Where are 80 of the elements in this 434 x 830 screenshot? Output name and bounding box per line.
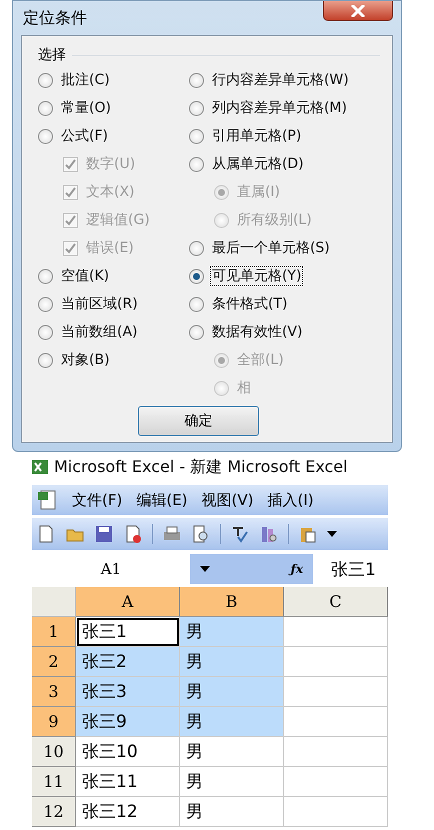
window-title: Microsoft Excel - 新建 Microsoft Excel: [54, 456, 348, 478]
row-header[interactable]: 1: [32, 617, 76, 647]
table-cell[interactable]: 张三3: [76, 677, 180, 707]
option-label: 最后一个单元格(S): [210, 239, 331, 257]
option-label: 批注(C): [60, 71, 111, 89]
option-label: 错误(E): [85, 239, 135, 257]
option-label: 空值(K): [60, 267, 110, 285]
table-cell[interactable]: 男: [180, 617, 284, 647]
table-cell[interactable]: 男: [180, 767, 284, 797]
radio-button[interactable]: [38, 100, 53, 116]
caret-icon[interactable]: [327, 531, 337, 537]
radio-button[interactable]: [188, 156, 204, 172]
row-header[interactable]: 11: [32, 767, 76, 797]
option-label: 逻辑值(G): [85, 211, 151, 229]
option-label: 常量(O): [60, 99, 112, 117]
close-icon: [350, 4, 366, 16]
radio-button[interactable]: [188, 100, 204, 116]
option-label: 当前数组(A): [60, 323, 139, 341]
option-label: 列内容差异单元格(M): [210, 99, 348, 117]
option-label: 所有级别(L): [236, 211, 313, 229]
option-label: 数据有效性(V): [210, 323, 304, 341]
close-button[interactable]: [323, 1, 393, 21]
option-label: 数字(U): [85, 155, 136, 173]
column-header[interactable]: B: [180, 587, 284, 617]
radio-button[interactable]: [188, 268, 204, 284]
radio-button[interactable]: [38, 268, 53, 284]
radio-button[interactable]: [38, 128, 53, 144]
menu-item[interactable]: 插入(I): [268, 490, 314, 510]
option-label: 文本(X): [85, 183, 136, 201]
document-icon[interactable]: [36, 489, 58, 511]
option-label: 公式(F): [60, 127, 109, 145]
radio-button[interactable]: [38, 324, 53, 340]
dialog-title: 定位条件: [22, 8, 87, 28]
table-cell[interactable]: 张三10: [76, 737, 180, 767]
menu-item[interactable]: 视图(V): [202, 490, 254, 510]
table-cell[interactable]: 张三11: [76, 767, 180, 797]
table-cell[interactable]: 男: [180, 677, 284, 707]
group-label: 选择: [38, 46, 66, 64]
radio-button[interactable]: [188, 72, 204, 88]
spelling-check-icon[interactable]: [230, 524, 250, 544]
option-label: 当前区域(R): [60, 295, 139, 313]
table-cell[interactable]: 张三9: [76, 707, 180, 737]
books-icon[interactable]: [259, 524, 279, 544]
option-label: 对象(B): [60, 351, 111, 369]
option-label: 从属单元格(D): [210, 155, 305, 173]
spreadsheet-icon: [32, 460, 48, 474]
table-cell[interactable]: 张三1: [76, 617, 180, 647]
radio-button[interactable]: [188, 128, 204, 144]
row-header[interactable]: 2: [32, 647, 76, 677]
table-cell[interactable]: 男: [180, 797, 284, 827]
menu-item[interactable]: 文件(F): [72, 490, 122, 510]
radio-button[interactable]: [188, 240, 204, 256]
column-header[interactable]: A: [76, 587, 180, 617]
radio-button[interactable]: [38, 72, 53, 88]
menu-item[interactable]: 编辑(E): [136, 490, 188, 510]
caret-icon[interactable]: [200, 566, 210, 572]
row-header[interactable]: 3: [32, 677, 76, 707]
radio-button[interactable]: [188, 324, 204, 340]
table-cell[interactable]: 张三2: [76, 647, 180, 677]
ok-button[interactable]: 确定: [138, 406, 259, 436]
corner-cell[interactable]: [32, 587, 76, 617]
table-cell[interactable]: 张三12: [76, 797, 180, 827]
option-label: 全部(L): [236, 351, 285, 369]
function-icon[interactable]: ƒx: [290, 562, 303, 576]
row-header[interactable]: 10: [32, 737, 76, 767]
radio-button[interactable]: [38, 296, 53, 312]
column-header[interactable]: C: [284, 587, 388, 617]
row-header[interactable]: 9: [32, 707, 76, 737]
option-label: 可见单元格(Y): [210, 267, 302, 285]
radio-button[interactable]: [38, 352, 53, 368]
table-cell[interactable]: 男: [180, 707, 284, 737]
row-header[interactable]: 12: [32, 797, 76, 827]
option-label: 条件格式(T): [210, 295, 288, 313]
table-cell[interactable]: 男: [180, 647, 284, 677]
option-label: 行内容差异单元格(W): [210, 71, 350, 89]
option-label: 直属(I): [236, 183, 281, 201]
option-label: 引用单元格(P): [210, 127, 302, 145]
option-label: 相: [236, 379, 252, 397]
radio-button[interactable]: [188, 296, 204, 312]
table-cell[interactable]: 男: [180, 737, 284, 767]
